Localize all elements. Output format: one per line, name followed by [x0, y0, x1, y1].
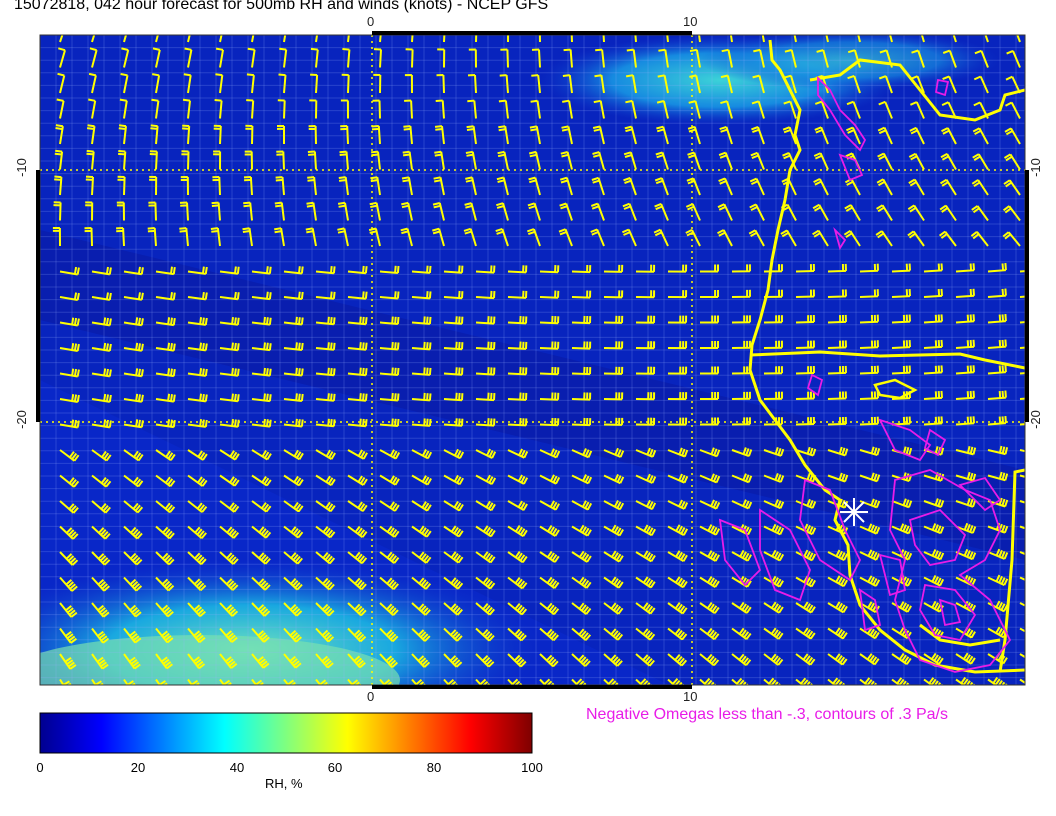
left-tick-minus10: -10: [13, 158, 29, 177]
right-tick-minus20: -20: [1027, 410, 1043, 429]
top-tick-0: 0: [367, 14, 375, 29]
colorbar-label-60: 60: [327, 760, 343, 775]
omega-legend-note: Negative Omegas less than -.3, contours …: [586, 706, 948, 723]
colorbar-label-100: 100: [521, 760, 543, 775]
colorbar-label-20: 20: [130, 760, 146, 775]
colorbar-title: RH, %: [265, 776, 303, 791]
colorbar-label-0: 0: [36, 760, 44, 775]
bottom-tick-10: 10: [683, 689, 698, 704]
top-tick-10: 10: [683, 14, 698, 29]
forecast-map: [36, 31, 1029, 754]
rh-colorbar: [39, 712, 533, 754]
bottom-tick-0: 0: [367, 689, 375, 704]
right-tick-minus10: -10: [1027, 158, 1043, 177]
colorbar-label-40: 40: [229, 760, 245, 775]
left-tick-minus20: -20: [13, 410, 29, 429]
location-marker-icon: [840, 498, 868, 526]
colorbar-label-80: 80: [426, 760, 442, 775]
